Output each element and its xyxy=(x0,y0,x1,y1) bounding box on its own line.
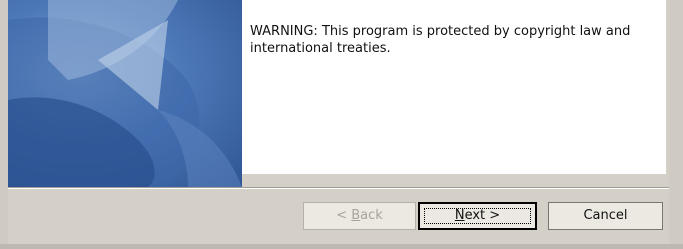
copyright-warning-text: WARNING: This program is protected by co… xyxy=(250,24,631,56)
back-button-mnemonic: B xyxy=(351,208,361,223)
cancel-button[interactable]: Cancel xyxy=(548,202,663,230)
next-button-mnemonic: N xyxy=(454,208,465,223)
cancel-button-label: Cancel xyxy=(583,208,628,223)
back-button[interactable]: < Back xyxy=(303,202,416,230)
content-panel: WARNING: This program is protected by co… xyxy=(242,0,666,174)
window-frame-left xyxy=(0,0,8,249)
next-button-rest: ext > xyxy=(464,208,501,223)
back-button-prefix: < xyxy=(336,208,352,223)
window-frame-bottom xyxy=(0,244,683,249)
window-frame-right xyxy=(669,0,683,249)
button-area-separator xyxy=(8,187,669,189)
installer-dialog: WARNING: This program is protected by co… xyxy=(0,0,683,249)
back-button-rest: ack xyxy=(360,208,383,223)
next-button[interactable]: Next > xyxy=(418,202,537,230)
banner-graphic xyxy=(8,0,242,187)
installer-swoosh-graphic xyxy=(8,0,242,187)
